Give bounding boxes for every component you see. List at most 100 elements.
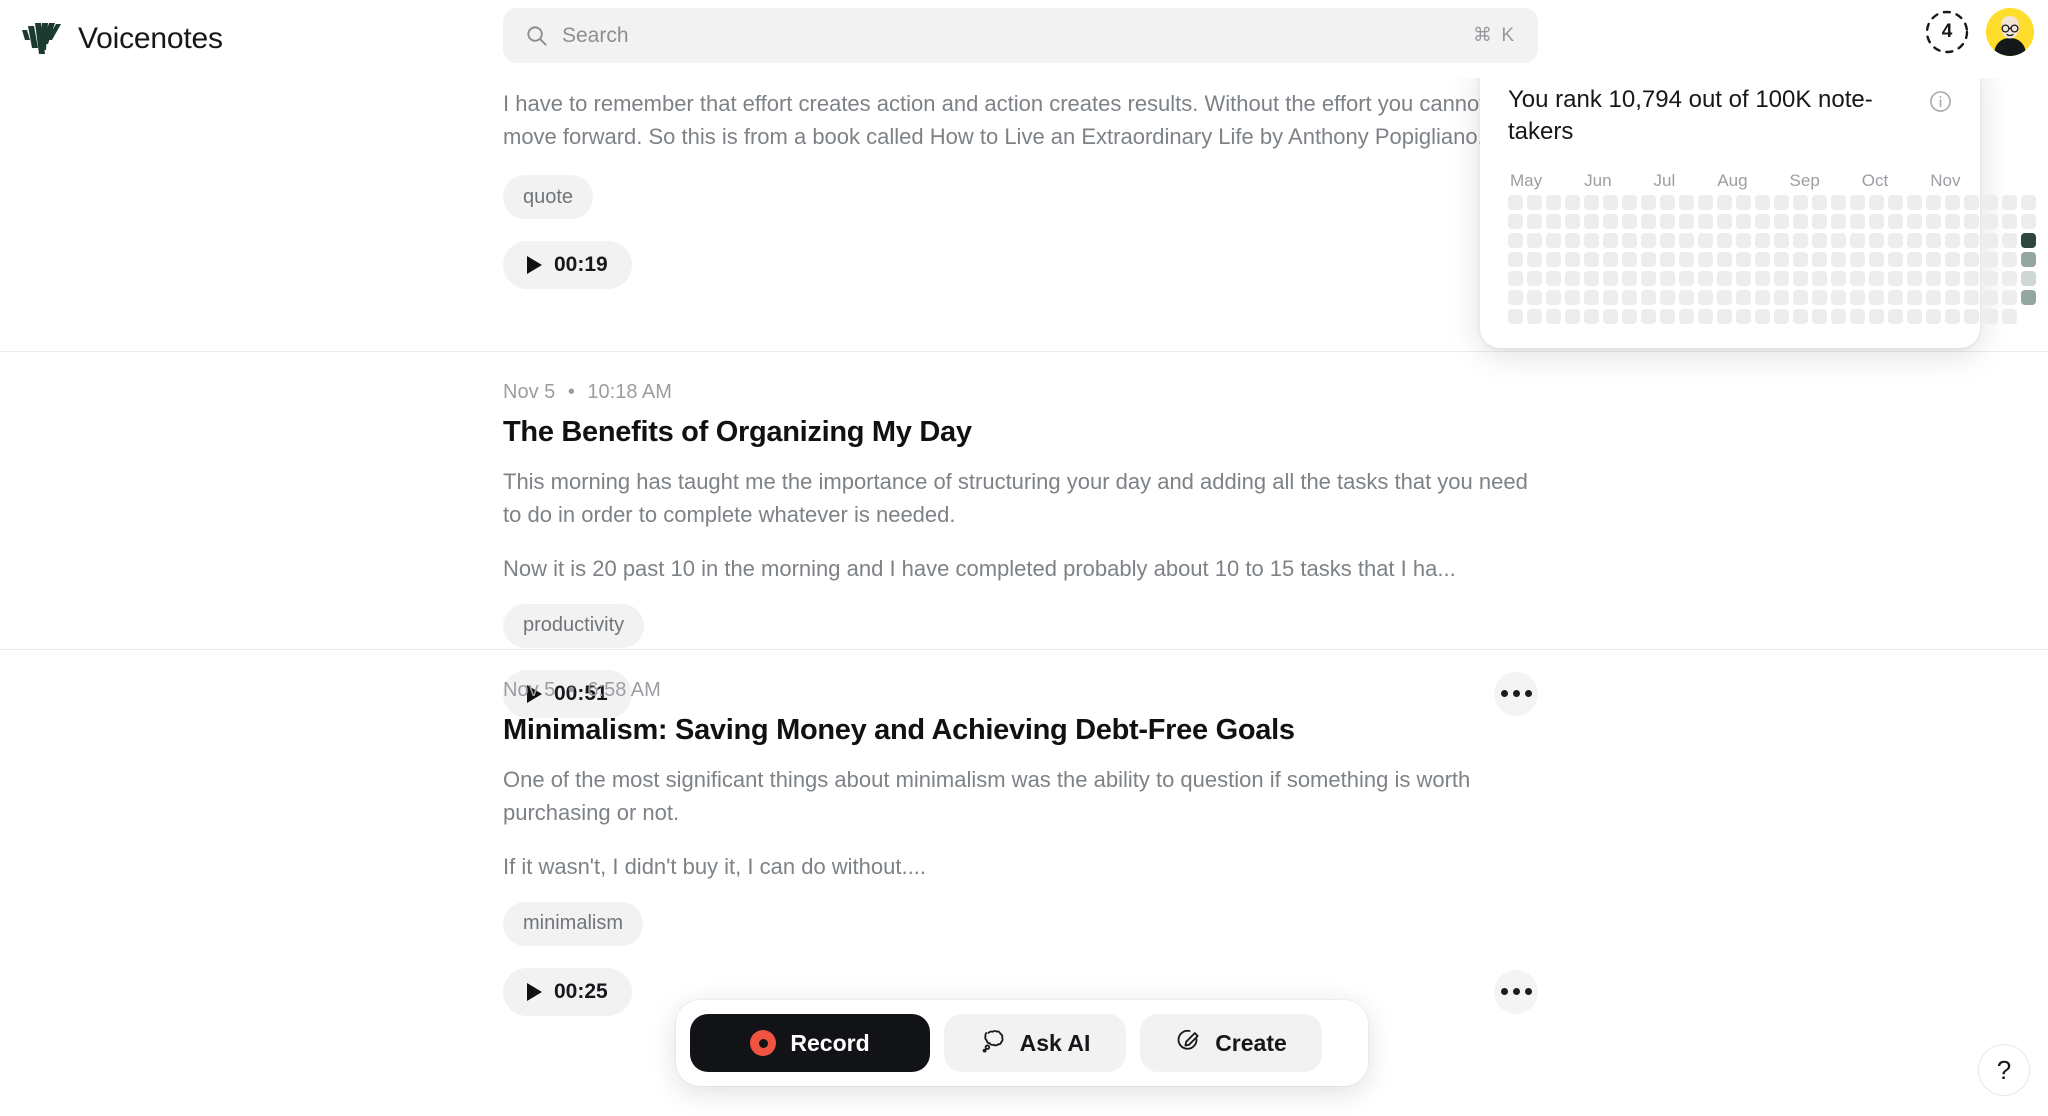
heatmap-cell[interactable] (1546, 233, 1561, 249)
heatmap-cell[interactable] (1717, 252, 1732, 268)
heatmap-cell[interactable] (2021, 252, 2036, 268)
heatmap-cell[interactable] (1831, 214, 1846, 230)
heatmap-cell[interactable] (1660, 195, 1675, 211)
heatmap-cell[interactable] (1926, 214, 1941, 230)
heatmap-cell[interactable] (1964, 309, 1979, 325)
heatmap-cell[interactable] (1926, 252, 1941, 268)
heatmap-cell[interactable] (2002, 252, 2017, 268)
heatmap-cell[interactable] (1546, 252, 1561, 268)
heatmap-cell[interactable] (1945, 252, 1960, 268)
heatmap-cell[interactable] (1964, 214, 1979, 230)
heatmap-cell[interactable] (1850, 309, 1865, 325)
heatmap-cell[interactable] (1622, 309, 1637, 325)
heatmap-cell[interactable] (1945, 233, 1960, 249)
heatmap-cell[interactable] (1888, 252, 1903, 268)
heatmap-cell[interactable] (1945, 214, 1960, 230)
heatmap-cell[interactable] (1755, 252, 1770, 268)
heatmap-cell[interactable] (1755, 233, 1770, 249)
heatmap-cell[interactable] (1850, 214, 1865, 230)
heatmap-cell[interactable] (1565, 290, 1580, 306)
heatmap-cell[interactable] (1603, 271, 1618, 287)
heatmap-cell[interactable] (1584, 309, 1599, 325)
note-item[interactable]: Nov 5 • 6:58 AM Minimalism: Saving Money… (503, 679, 1538, 1016)
note-tag[interactable]: minimalism (503, 901, 643, 946)
heatmap-cell[interactable] (1907, 233, 1922, 249)
heatmap-cell[interactable] (1736, 271, 1751, 287)
heatmap-cell[interactable] (1736, 309, 1751, 325)
heatmap-cell[interactable] (1755, 195, 1770, 211)
heatmap-cell[interactable] (1907, 309, 1922, 325)
heatmap-cell[interactable] (1831, 309, 1846, 325)
heatmap-cell[interactable] (1888, 214, 1903, 230)
heatmap-cell[interactable] (1850, 252, 1865, 268)
heatmap-cell[interactable] (1641, 290, 1656, 306)
heatmap-cell[interactable] (1869, 233, 1884, 249)
heatmap-cell[interactable] (1736, 252, 1751, 268)
info-icon[interactable] (1929, 90, 1952, 113)
heatmap-cell[interactable] (1869, 309, 1884, 325)
heatmap-cell[interactable] (1907, 271, 1922, 287)
heatmap-cell[interactable] (1774, 233, 1789, 249)
heatmap-cell[interactable] (1508, 233, 1523, 249)
help-button[interactable]: ? (1978, 1044, 2030, 1096)
heatmap-cell[interactable] (1717, 290, 1732, 306)
heatmap-cell[interactable] (1603, 214, 1618, 230)
heatmap-cell[interactable] (1793, 309, 1808, 325)
heatmap-cell[interactable] (1964, 252, 1979, 268)
heatmap-cell[interactable] (2002, 195, 2017, 211)
heatmap-cell[interactable] (1945, 271, 1960, 287)
note-title[interactable]: The Benefits of Organizing My Day (503, 414, 1538, 450)
heatmap-cell[interactable] (1983, 195, 1998, 211)
heatmap-cell[interactable] (1774, 214, 1789, 230)
create-button[interactable]: Create (1140, 1014, 1322, 1072)
heatmap-cell[interactable] (1660, 290, 1675, 306)
heatmap-cell[interactable] (2021, 214, 2036, 230)
heatmap-cell[interactable] (1641, 233, 1656, 249)
heatmap-cell[interactable] (1660, 233, 1675, 249)
heatmap-cell[interactable] (1679, 309, 1694, 325)
heatmap-cell[interactable] (1641, 271, 1656, 287)
heatmap-cell[interactable] (1603, 309, 1618, 325)
heatmap-cell[interactable] (1698, 271, 1713, 287)
heatmap-cell[interactable] (1641, 252, 1656, 268)
heatmap-cell[interactable] (1983, 252, 1998, 268)
heatmap-cell[interactable] (1793, 214, 1808, 230)
heatmap-cell[interactable] (1622, 214, 1637, 230)
heatmap-cell[interactable] (1926, 271, 1941, 287)
heatmap-cell[interactable] (1774, 252, 1789, 268)
heatmap-cell[interactable] (1641, 195, 1656, 211)
heatmap-cell[interactable] (1888, 290, 1903, 306)
heatmap-cell[interactable] (1546, 309, 1561, 325)
heatmap-cell[interactable] (1869, 195, 1884, 211)
heatmap-cell[interactable] (1774, 309, 1789, 325)
heatmap-cell[interactable] (1850, 290, 1865, 306)
heatmap-cell[interactable] (1926, 309, 1941, 325)
heatmap-cell[interactable] (2002, 290, 2017, 306)
heatmap-cell[interactable] (1850, 195, 1865, 211)
heatmap-cell[interactable] (1622, 233, 1637, 249)
play-button[interactable]: 00:25 (503, 967, 632, 1016)
play-button[interactable]: 00:19 (503, 241, 632, 290)
heatmap-cell[interactable] (1717, 195, 1732, 211)
heatmap-cell[interactable] (1660, 271, 1675, 287)
heatmap-cell[interactable] (1641, 309, 1656, 325)
heatmap-cell[interactable] (1907, 195, 1922, 211)
heatmap-cell[interactable] (1736, 195, 1751, 211)
heatmap-cell[interactable] (1622, 271, 1637, 287)
heatmap-cell[interactable] (1698, 195, 1713, 211)
heatmap-cell[interactable] (1964, 290, 1979, 306)
note-item[interactable]: I have to remember that effort creates a… (503, 88, 1538, 290)
heatmap-cell[interactable] (1679, 195, 1694, 211)
heatmap-cell[interactable] (2021, 290, 2036, 306)
record-button[interactable]: Record (690, 1014, 930, 1072)
heatmap-cell[interactable] (1964, 233, 1979, 249)
heatmap-cell[interactable] (1508, 252, 1523, 268)
heatmap-cell[interactable] (1698, 233, 1713, 249)
heatmap-cell[interactable] (1679, 233, 1694, 249)
heatmap-cell[interactable] (1945, 290, 1960, 306)
brand[interactable]: Voicenotes (0, 18, 500, 60)
heatmap-cell[interactable] (1755, 214, 1770, 230)
heatmap-cell[interactable] (1850, 271, 1865, 287)
heatmap-cell[interactable] (2021, 271, 2036, 287)
heatmap-cell[interactable] (1907, 290, 1922, 306)
